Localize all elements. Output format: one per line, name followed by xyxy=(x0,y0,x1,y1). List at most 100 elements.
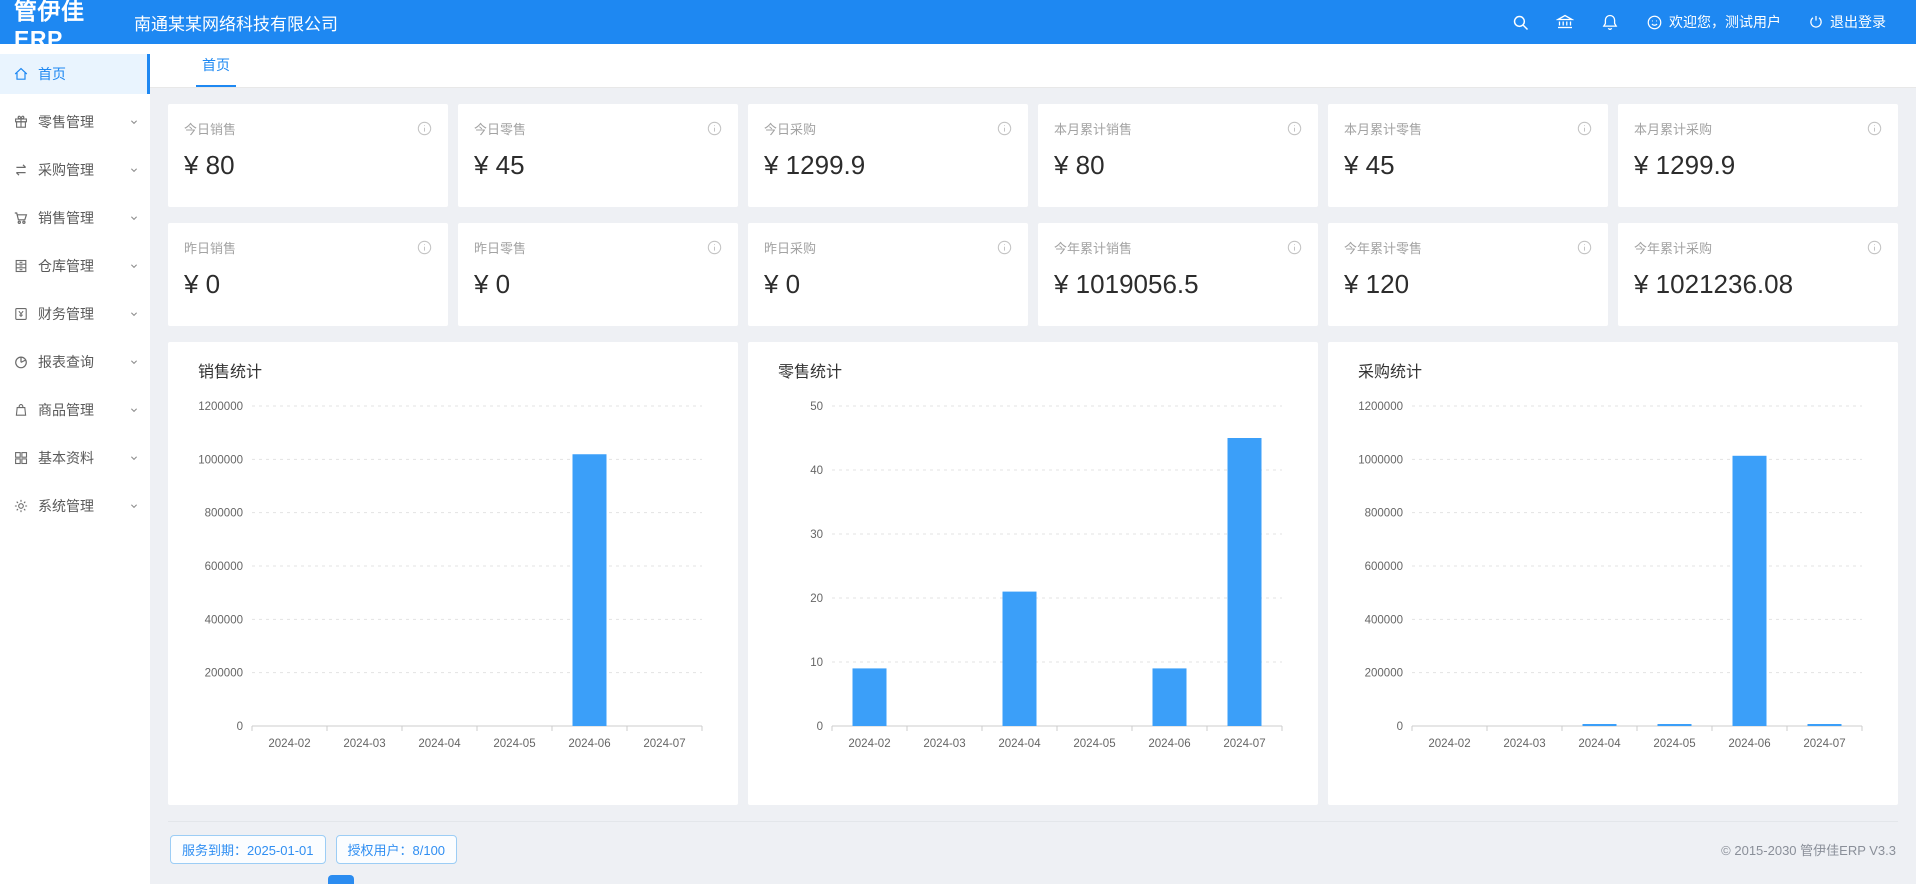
home-icon xyxy=(13,66,29,82)
chevron-down-icon xyxy=(128,404,140,416)
info-icon[interactable] xyxy=(1867,121,1882,136)
stat-card: 今日采购 ¥ 1299.9 xyxy=(748,104,1028,207)
sidebar: 首页 零售管理 采购管理 销售管理 仓库管理 财务管理 报表查询 商品管理 基本… xyxy=(0,44,150,884)
sidebar-item-system[interactable]: 系统管理 xyxy=(0,486,150,526)
logout-icon xyxy=(1808,14,1824,30)
info-icon[interactable] xyxy=(997,240,1012,255)
system-icon xyxy=(13,498,29,514)
bar-chart: 0 200000 400000 600000 800000 1000000 1200000 2… xyxy=(1346,386,1884,784)
info-icon[interactable] xyxy=(417,240,432,255)
sidebar-item-retail[interactable]: 零售管理 xyxy=(0,102,150,142)
welcome-user[interactable]: 欢迎您，测试用户 xyxy=(1646,12,1781,32)
svg-text:2024-05: 2024-05 xyxy=(1073,738,1115,750)
copyright: © 2015-2030 管伊佳ERP V3.3 xyxy=(1721,840,1896,859)
svg-text:1000000: 1000000 xyxy=(1358,454,1403,466)
svg-text:2024-04: 2024-04 xyxy=(418,738,461,750)
service-expiry-badge: 服务到期：2025-01-01 xyxy=(170,835,326,864)
bar-chart: 010203040502024-022024-032024-042024-052… xyxy=(766,386,1304,784)
sidebar-item-goods[interactable]: 商品管理 xyxy=(0,390,150,430)
info-icon[interactable] xyxy=(1287,121,1302,136)
stat-cards-grid: 今日销售 ¥ 80 今日零售 ¥ 45 今日采购 ¥ 1299.9 本月累计销售 xyxy=(168,104,1898,326)
main-layout: 首页 零售管理 采购管理 销售管理 仓库管理 财务管理 报表查询 商品管理 基本… xyxy=(0,44,1916,884)
report-icon xyxy=(13,354,29,370)
welcome-text: 欢迎您，测试用户 xyxy=(1669,12,1781,32)
info-icon[interactable] xyxy=(1287,240,1302,255)
sidebar-item-purchase[interactable]: 采购管理 xyxy=(0,150,150,190)
top-header: 管伊佳ERP 南通某某网络科技有限公司 欢迎您，测试用户 xyxy=(0,0,1916,44)
svg-text:20: 20 xyxy=(810,593,823,605)
chevron-down-icon xyxy=(128,260,140,272)
svg-text:600000: 600000 xyxy=(1365,561,1403,573)
chart-panel-0: 销售统计 02000004000006000008000001000000120… xyxy=(168,342,738,805)
info-icon[interactable] xyxy=(707,240,722,255)
svg-text:600000: 600000 xyxy=(205,561,243,573)
stat-card: 今年累计销售 ¥ 1019056.5 xyxy=(1038,223,1318,326)
tab-bar: 首页 xyxy=(150,44,1916,88)
purchase-icon xyxy=(13,162,29,178)
chart-panel-1: 零售统计 010203040502024-022024-032024-04202… xyxy=(748,342,1318,805)
footer: 服务到期：2025-01-01 授权用户：8/100 © 2015-2030 管… xyxy=(168,821,1898,864)
logout-button[interactable]: 退出登录 xyxy=(1808,12,1886,32)
sidebar-item-finance[interactable]: 财务管理 xyxy=(0,294,150,334)
bar-2024-07 xyxy=(1228,438,1262,726)
stat-card: 本月累计零售 ¥ 45 xyxy=(1328,104,1608,207)
stat-card: 本月累计销售 ¥ 80 xyxy=(1038,104,1318,207)
bar-2024-07 xyxy=(1808,724,1842,726)
svg-text:200000: 200000 xyxy=(205,668,243,680)
bar-2024-04 xyxy=(1003,592,1037,726)
content-area[interactable]: 今日销售 ¥ 80 今日零售 ¥ 45 今日采购 ¥ 1299.9 本月累计销售 xyxy=(150,88,1916,884)
svg-text:2024-07: 2024-07 xyxy=(1223,738,1265,750)
svg-text:50: 50 xyxy=(810,401,823,413)
sidebar-item-home[interactable]: 首页 xyxy=(0,54,150,94)
header-actions: 欢迎您，测试用户 退出登录 xyxy=(1512,12,1916,32)
bar-2024-04 xyxy=(1583,724,1617,726)
svg-text:2024-06: 2024-06 xyxy=(1148,738,1190,750)
stat-card: 今日销售 ¥ 80 xyxy=(168,104,448,207)
svg-text:0: 0 xyxy=(1397,721,1403,733)
svg-text:1200000: 1200000 xyxy=(1358,401,1403,413)
stat-card: 今年累计零售 ¥ 120 xyxy=(1328,223,1608,326)
svg-text:400000: 400000 xyxy=(1365,614,1403,626)
svg-text:2024-06: 2024-06 xyxy=(1728,738,1770,750)
sidebar-item-warehouse[interactable]: 仓库管理 xyxy=(0,246,150,286)
app-root: 管伊佳ERP 南通某某网络科技有限公司 欢迎您，测试用户 xyxy=(0,0,1916,884)
bar-2024-05 xyxy=(1658,724,1692,726)
svg-text:2024-05: 2024-05 xyxy=(493,738,535,750)
svg-text:2024-07: 2024-07 xyxy=(1803,738,1845,750)
info-icon[interactable] xyxy=(417,121,432,136)
platform-icon[interactable] xyxy=(1556,13,1574,31)
svg-text:2024-03: 2024-03 xyxy=(1503,738,1545,750)
info-icon[interactable] xyxy=(1577,121,1592,136)
chevron-down-icon xyxy=(128,356,140,368)
svg-text:0: 0 xyxy=(237,721,243,733)
sidebar-item-report[interactable]: 报表查询 xyxy=(0,342,150,382)
svg-text:400000: 400000 xyxy=(205,614,243,626)
info-icon[interactable] xyxy=(997,121,1012,136)
sidebar-item-sales[interactable]: 销售管理 xyxy=(0,198,150,238)
sidebar-item-basic[interactable]: 基本资料 xyxy=(0,438,150,478)
svg-text:2024-02: 2024-02 xyxy=(1428,738,1470,750)
info-icon[interactable] xyxy=(1867,240,1882,255)
bell-icon[interactable] xyxy=(1601,13,1619,31)
svg-text:2024-04: 2024-04 xyxy=(998,738,1041,750)
chevron-down-icon xyxy=(128,308,140,320)
content-column: 首页 今日销售 ¥ 80 今日零售 ¥ 45 今日采购 ¥ 1299.9 xyxy=(150,44,1916,884)
svg-text:200000: 200000 xyxy=(1365,668,1403,680)
search-icon[interactable] xyxy=(1512,14,1529,31)
chevron-down-icon xyxy=(128,116,140,128)
chart-panel-2: 采购统计 02000004000006000008000001000000120… xyxy=(1328,342,1898,805)
stat-card: 本月累计采购 ¥ 1299.9 xyxy=(1618,104,1898,207)
svg-text:1000000: 1000000 xyxy=(198,454,243,466)
info-icon[interactable] xyxy=(1577,240,1592,255)
chevron-down-icon xyxy=(128,164,140,176)
tab-home[interactable]: 首页 xyxy=(196,55,236,87)
svg-text:2024-06: 2024-06 xyxy=(568,738,610,750)
bar-chart: 0200000400000600000800000100000012000002… xyxy=(186,386,724,784)
svg-text:800000: 800000 xyxy=(1365,508,1403,520)
svg-text:40: 40 xyxy=(810,465,823,477)
goods-icon xyxy=(13,402,29,418)
sales-icon xyxy=(13,210,29,226)
info-icon[interactable] xyxy=(707,121,722,136)
svg-text:2024-03: 2024-03 xyxy=(923,738,965,750)
svg-text:10: 10 xyxy=(810,657,823,669)
